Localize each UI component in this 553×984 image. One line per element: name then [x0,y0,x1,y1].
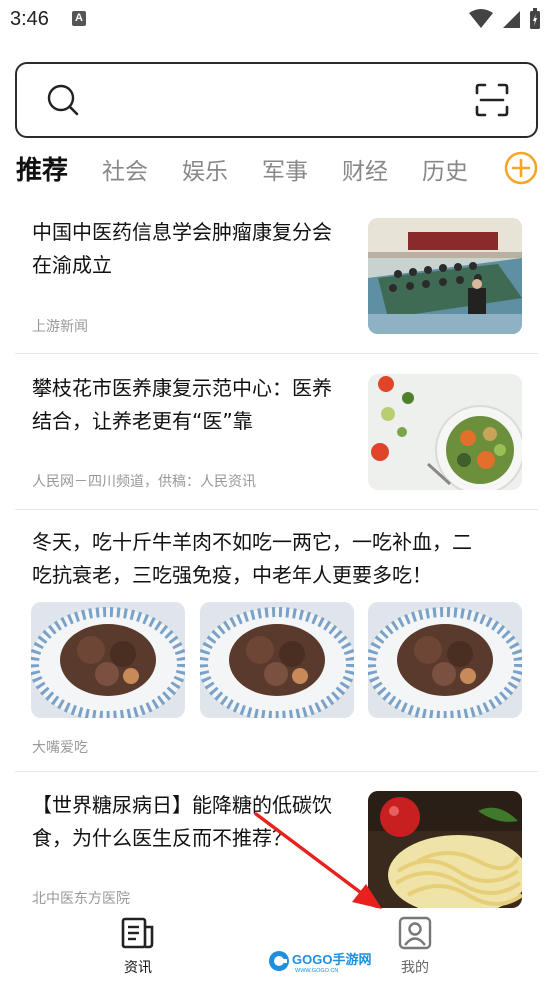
article-thumbnail [368,218,522,334]
category-tabs: 推荐 社会 娱乐 军事 财经 历史 [0,148,553,192]
watermark-subtext: WWW.GOGO.CN [295,968,338,974]
article-source: 北中医东方医院 [32,891,130,907]
article-thumbnail [368,602,522,718]
article-source: 人民网－四川频道，供稿：人民资讯 [32,474,256,490]
article-source: 大嘴爱吃 [32,740,88,756]
article-title-line: 食，为什么医生反而不推荐？ [32,826,292,850]
article-title-line: 结合，让养老更有“医”靠 [32,409,253,433]
article-title: 攀枝花市医养康复示范中心：医养 结合，让养老更有“医”靠 [32,372,362,438]
status-time: 3:46 [10,8,49,30]
article-title: 中国中医药信息学会肿瘤康复分会 在渝成立 [32,216,362,282]
tab-finance[interactable]: 财经 [342,152,388,186]
noodles-image [368,791,522,908]
nav-news[interactable]: 资讯 [108,916,168,977]
article-thumbnail [368,791,522,908]
article-title: 【世界糖尿病日】能降糖的低碳饮 食，为什么医生反而不推荐？ [32,789,362,855]
conference-image [368,218,522,334]
battery-icon [530,8,540,29]
nav-mine-label: 我的 [401,960,429,976]
tab-entertainment[interactable]: 娱乐 [182,152,228,186]
signal-icon [503,11,520,28]
news-icon [121,917,154,949]
search-icon[interactable] [45,82,81,118]
divider [15,771,538,772]
article-thumbnail [368,374,522,490]
nav-mine[interactable]: 我的 [385,916,445,977]
bottom-nav: 资讯 我的 GOGO手游网 WWW.GOGO.CN [0,908,553,984]
watermark-text: GOGO手游网 [292,952,371,967]
divider [15,509,538,510]
search-input[interactable] [15,62,538,138]
tab-society[interactable]: 社会 [102,152,148,186]
divider [15,353,538,354]
meat-dish-image [200,602,354,718]
article-thumbnail [31,602,185,718]
tab-military[interactable]: 军事 [262,152,308,186]
article-source: 上游新闻 [32,319,88,335]
article-thumbnail [200,602,354,718]
nav-news-label: 资讯 [124,960,152,976]
scan-icon[interactable] [474,82,510,118]
status-icons [469,8,541,30]
meat-dish-image [31,602,185,718]
status-bar: 3:46 A [0,0,553,40]
article-title: 冬天，吃十斤牛羊肉不如吃一两它，一吃补血，二 吃抗衰老，三吃强免疫，中老年人更要… [32,526,532,592]
article-title-line: 吃抗衰老，三吃强免疫，中老年人更要多吃！ [32,563,432,587]
profile-icon [398,916,432,950]
article-title-line: 中国中医药信息学会肿瘤康复分会 [32,220,332,244]
article-title-line: 冬天，吃十斤牛羊肉不如吃一两它，一吃补血，二 [32,530,472,554]
tab-history[interactable]: 历史 [422,152,468,186]
article-title-line: 攀枝花市医养康复示范中心：医养 [32,376,332,400]
meat-dish-image [368,602,522,718]
gogo-logo-icon: GOGO手游网 WWW.GOGO.CN [269,951,371,974]
article-title-line: 【世界糖尿病日】能降糖的低碳饮 [32,793,332,817]
tab-recommend[interactable]: 推荐 [16,150,68,187]
wifi-icon [469,9,493,28]
a-icon: A [72,11,86,26]
salad-bowl-image [368,374,522,490]
article-title-line: 在渝成立 [32,253,112,277]
add-channel-icon[interactable] [503,150,539,186]
watermark-logo: GOGO手游网 WWW.GOGO.CN [268,948,374,974]
